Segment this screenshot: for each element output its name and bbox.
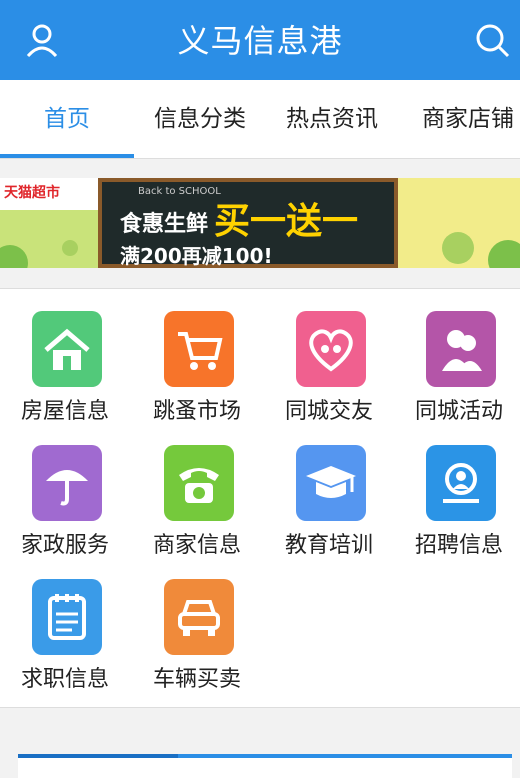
- tab-shops-label: 商家店铺: [422, 106, 514, 132]
- category-house[interactable]: 房屋信息: [0, 289, 130, 424]
- active-tab-indicator: [0, 154, 134, 158]
- phone-icon: [164, 445, 234, 521]
- people-icon: [426, 311, 496, 387]
- bottom-panel-tabs[interactable]: [18, 754, 512, 778]
- search-icon[interactable]: [472, 20, 512, 60]
- magnifier-person-icon: [426, 445, 496, 521]
- car-icon: [164, 579, 234, 655]
- tab-shops[interactable]: 商家店铺: [398, 80, 520, 158]
- tab-home[interactable]: 首页: [0, 80, 134, 158]
- banner-decoration: [0, 240, 78, 268]
- umbrella-icon: [32, 445, 102, 521]
- app-title: 义马信息港: [177, 22, 343, 60]
- notepad-icon: [32, 579, 102, 655]
- heart-people-icon: [296, 311, 366, 387]
- app-header: 义马信息港: [0, 0, 520, 80]
- tab-categories-label: 信息分类: [154, 106, 246, 132]
- chalkboard: Back to SCHOOL 食惠生鲜 买一送一 满200再减100!: [98, 178, 398, 268]
- tab-categories[interactable]: 信息分类: [134, 80, 266, 158]
- category-job-seeking[interactable]: 求职信息: [0, 557, 130, 692]
- banner-right-decoration: [398, 178, 520, 268]
- tab-bar: 首页 信息分类 热点资讯 商家店铺: [0, 80, 520, 159]
- category-events[interactable]: 同城活动: [394, 289, 520, 424]
- category-recruitment[interactable]: 招聘信息: [394, 423, 520, 558]
- tab-hot-news[interactable]: 热点资讯: [266, 80, 398, 158]
- bottom-active-indicator: [18, 754, 178, 758]
- tab-hot-news-label: 热点资讯: [286, 106, 378, 132]
- tab-home-label: 首页: [44, 106, 90, 132]
- tmall-logo: 天猫超市: [0, 178, 100, 210]
- category-education[interactable]: 教育培训: [264, 423, 394, 558]
- category-grid: 房屋信息 跳蚤市场 同城交友 同城活动 家政服务 商家信息 教育培训 招聘信息 …: [0, 288, 520, 708]
- house-icon: [32, 311, 102, 387]
- category-vehicles[interactable]: 车辆买卖: [132, 557, 262, 692]
- category-housekeeping[interactable]: 家政服务: [0, 423, 130, 558]
- category-merchants[interactable]: 商家信息: [132, 423, 262, 558]
- graduation-cap-icon: [296, 445, 366, 521]
- cart-icon: [164, 311, 234, 387]
- category-dating[interactable]: 同城交友: [264, 289, 394, 424]
- promo-banner[interactable]: 天猫超市 Back to SCHOOL 食惠生鲜 买一送一 满200再减100!: [0, 178, 520, 268]
- category-flea-market[interactable]: 跳蚤市场: [132, 289, 262, 424]
